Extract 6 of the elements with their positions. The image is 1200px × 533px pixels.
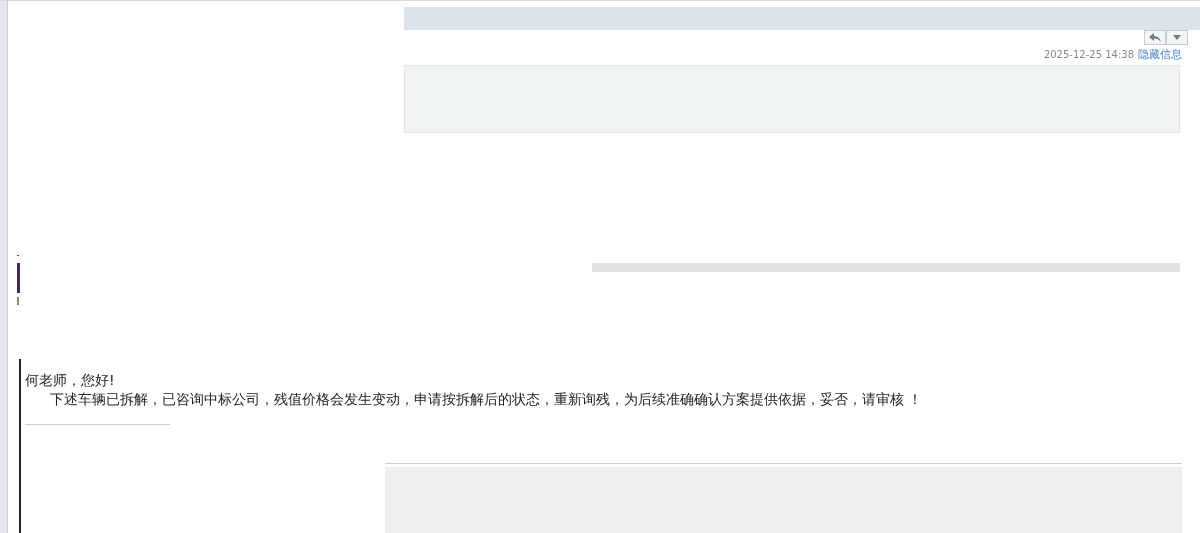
message-date: 2025-12-25 14:38 (1043, 47, 1134, 62)
hide-info-link[interactable]: 隐藏信息 (1138, 46, 1182, 64)
message-paragraph: 下述车辆已拆解，已咨询中标公司，残值价格会发生变动，申请按拆解后的状态，重新询残，为后续准确确认方案提供依据，妥否，请审核 ！ (49, 390, 924, 409)
reply-icon (1149, 32, 1161, 42)
caret-icon (1173, 34, 1181, 40)
greeting-text: 何老师，您好! (25, 371, 116, 390)
